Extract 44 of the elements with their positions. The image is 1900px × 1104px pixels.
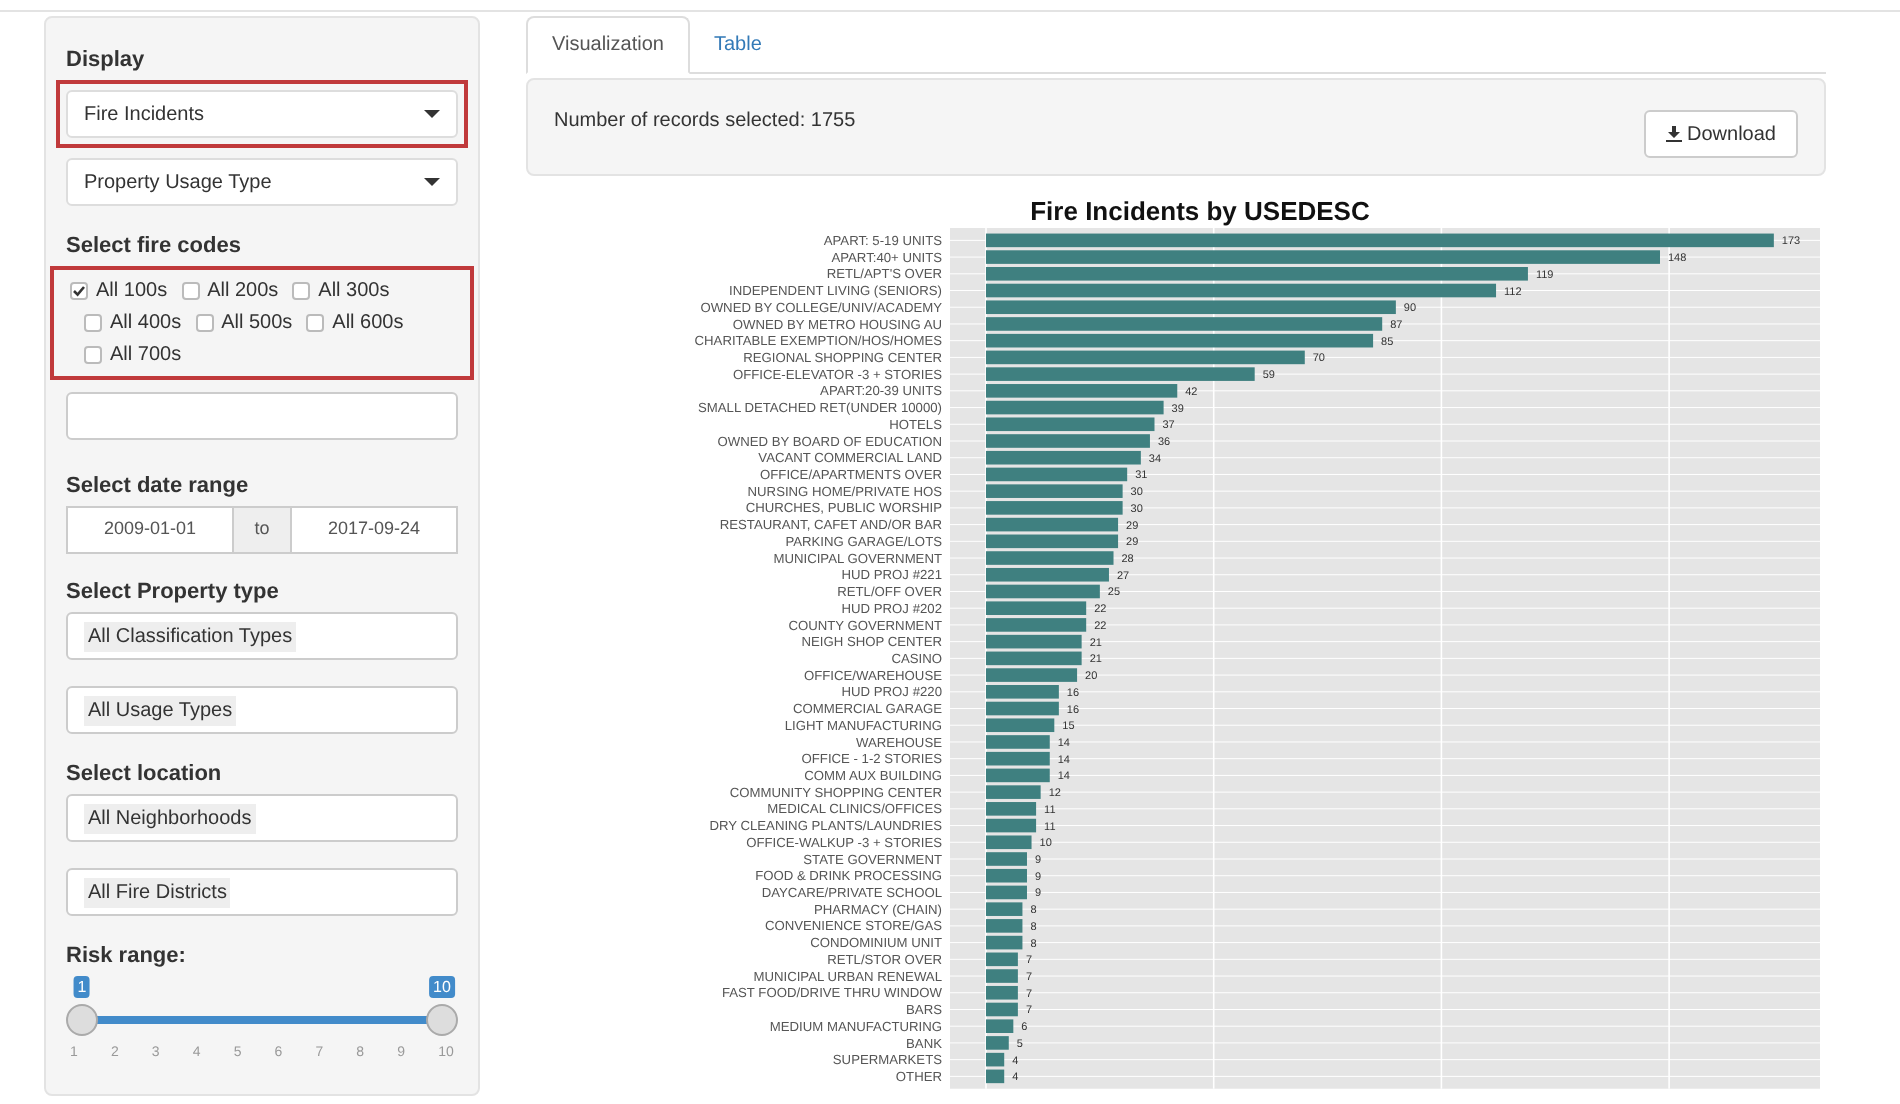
- field-label: Select fire codes: [66, 232, 243, 260]
- range-separator: to: [234, 506, 290, 554]
- tab[interactable]: Visualization: [526, 16, 690, 74]
- field-label: Select date range: [66, 472, 251, 500]
- checkbox-option[interactable]: All 300s: [292, 276, 390, 306]
- dropdown-select[interactable]: Property Usage Type: [66, 158, 458, 206]
- caret-icon: [424, 110, 440, 118]
- records-count: Number of records selected: 1755: [554, 108, 856, 136]
- select-field[interactable]: All Neighborhoods: [66, 794, 458, 842]
- checkbox[interactable]: [195, 314, 214, 332]
- checkbox[interactable]: [306, 314, 325, 332]
- checkbox[interactable]: [70, 282, 88, 300]
- tab[interactable]: Table: [689, 16, 786, 72]
- end-date-field[interactable]: 2017-09-24: [290, 506, 458, 554]
- checkbox-option[interactable]: All 400s: [84, 308, 182, 338]
- checkbox[interactable]: [84, 346, 102, 364]
- field-label: Select Property type: [66, 578, 281, 606]
- chart-title: Fire Incidents by USEDESC: [1030, 196, 1370, 226]
- checkbox-option[interactable]: All 500s: [195, 308, 293, 338]
- start-date-field[interactable]: 2009-01-01: [66, 506, 234, 554]
- select-field[interactable]: All Usage Types: [66, 686, 458, 734]
- checkbox-option[interactable]: All 700s: [84, 340, 182, 370]
- value-badge: 1: [73, 976, 91, 998]
- checkbox[interactable]: [84, 314, 102, 332]
- checkbox-option[interactable]: All 600s: [306, 308, 404, 338]
- field-label: Select location: [66, 760, 224, 788]
- download-button[interactable]: Download: [1643, 110, 1798, 158]
- text-field[interactable]: [66, 392, 458, 440]
- slider-handle[interactable]: [66, 1004, 98, 1036]
- checkbox-option[interactable]: All 200s: [181, 276, 279, 306]
- check-icon: [72, 284, 86, 298]
- field-label: Display: [66, 46, 147, 74]
- checkbox[interactable]: [292, 282, 311, 300]
- download-icon: [1665, 126, 1682, 142]
- checkbox-option[interactable]: All 100s: [70, 276, 168, 306]
- checkbox[interactable]: [181, 282, 200, 300]
- select-field[interactable]: All Classification Types: [66, 612, 458, 660]
- caret-icon: [424, 178, 440, 186]
- select-field[interactable]: All Fire Districts: [66, 868, 458, 916]
- slider-handle[interactable]: [426, 1004, 458, 1036]
- range-slider[interactable]: [66, 1004, 458, 1036]
- dropdown-select[interactable]: Fire Incidents: [66, 90, 458, 138]
- field-label: Risk range:: [66, 942, 188, 970]
- value-badge: 10: [429, 976, 455, 998]
